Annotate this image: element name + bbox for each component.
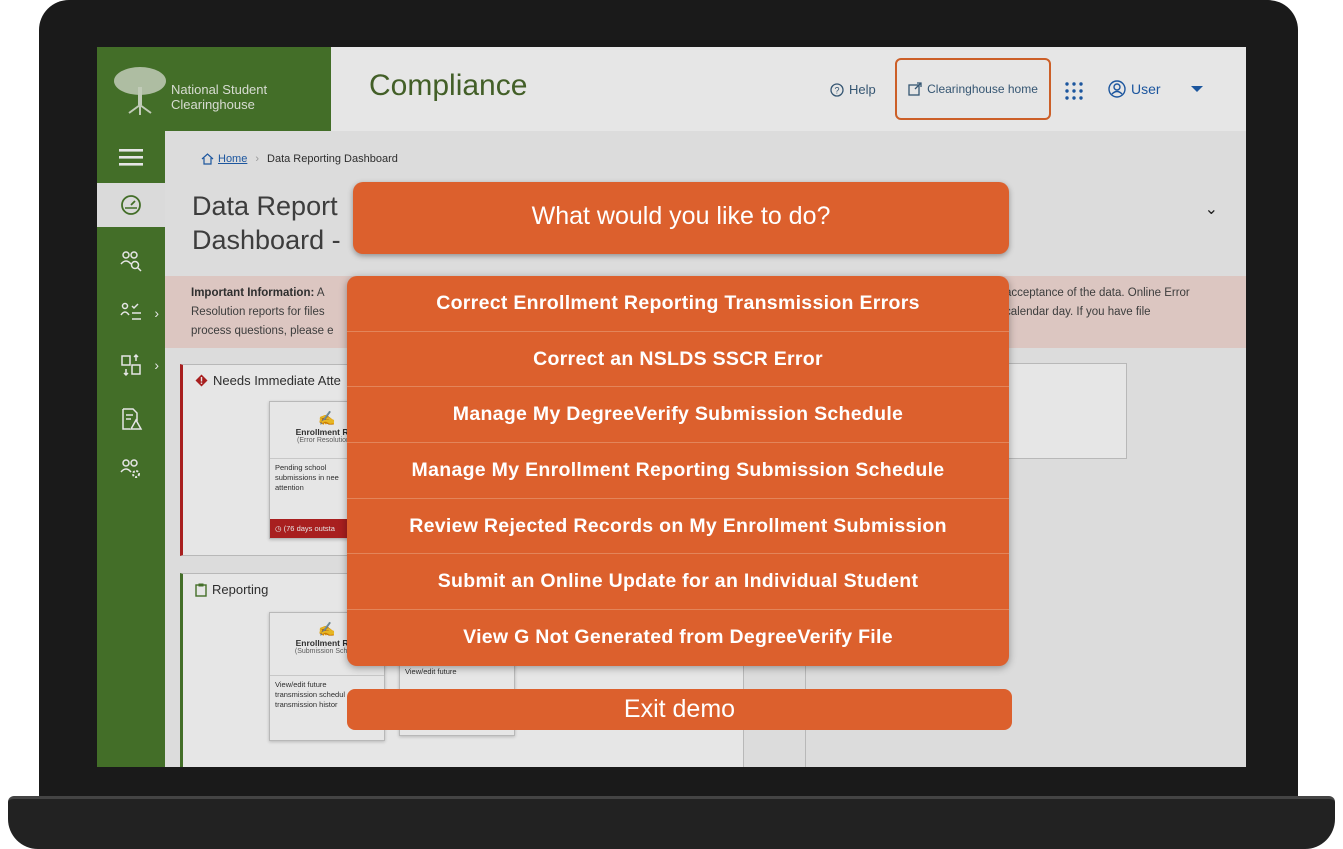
external-link-icon — [908, 82, 922, 96]
breadcrumb-current: Data Reporting Dashboard — [267, 153, 398, 165]
breadcrumb: Home › Data Reporting Dashboard — [201, 153, 398, 165]
apps-grid-icon[interactable] — [1064, 81, 1084, 101]
transfer-files-icon[interactable]: › — [97, 343, 165, 387]
option-view-g-not-generated[interactable]: View G Not Generated from DegreeVerify F… — [347, 610, 1009, 666]
needs-attention-title: Needs Immediate Atte — [195, 373, 341, 388]
dashboard-icon[interactable] — [97, 183, 165, 227]
people-search-icon[interactable] — [97, 239, 165, 283]
user-menu[interactable]: User — [1108, 80, 1161, 98]
help-link[interactable]: ? Help — [830, 82, 876, 97]
option-correct-nslds-sscr-error[interactable]: Correct an NSLDS SSCR Error — [347, 332, 1009, 388]
breadcrumb-home-link[interactable]: Home — [201, 153, 247, 165]
error-report-icon[interactable] — [97, 397, 165, 441]
chevron-down-icon[interactable]: ⌄ — [1205, 199, 1218, 219]
enrollment-reporting-icon[interactable]: › — [97, 291, 165, 335]
sidebar: › › — [97, 131, 165, 767]
reporting-label: Reporting — [212, 582, 269, 597]
clearinghouse-home-link[interactable]: Clearinghouse home — [895, 58, 1051, 120]
info-text-left: A — [316, 287, 325, 299]
chevron-right-icon: › — [154, 305, 159, 321]
user-label: User — [1131, 81, 1161, 97]
org-name-line1: National Student — [171, 82, 268, 97]
help-icon: ? — [830, 82, 844, 97]
needs-attention-label: Needs Immediate Atte — [213, 373, 341, 388]
user-dropdown-caret-icon[interactable] — [1191, 86, 1203, 92]
reporting-title: Reporting — [195, 582, 268, 597]
svg-text:?: ? — [834, 85, 839, 95]
user-avatar-icon — [1108, 80, 1126, 98]
option-manage-enrollment-schedule[interactable]: Manage My Enrollment Reporting Submissio… — [347, 443, 1009, 499]
exit-demo-button[interactable]: Exit demo — [347, 689, 1012, 730]
overlay-prompt: What would you like to do? — [353, 182, 1009, 254]
info-right-text: acceptance of the data. Online Error cal… — [1005, 284, 1245, 322]
laptop-base — [8, 796, 1335, 849]
info-label: Important Information: — [191, 287, 315, 299]
org-name: National Student Clearinghouse — [171, 82, 267, 112]
demo-options-menu: Correct Enrollment Reporting Transmissio… — [347, 276, 1009, 666]
clipboard-icon — [195, 583, 207, 597]
info-line2-right: calendar day. If you have file — [1005, 306, 1151, 318]
help-label: Help — [849, 82, 876, 97]
chevron-right-icon: › — [154, 357, 159, 373]
breadcrumb-separator-icon: › — [255, 153, 260, 165]
info-line1-right: acceptance of the data. Online Error — [1005, 287, 1190, 299]
option-correct-enrollment-errors[interactable]: Correct Enrollment Reporting Transmissio… — [347, 276, 1009, 332]
org-name-line2: Clearinghouse — [171, 97, 255, 112]
home-icon — [201, 153, 214, 165]
option-submit-online-update[interactable]: Submit an Online Update for an Individua… — [347, 554, 1009, 611]
option-review-rejected-records[interactable]: Review Rejected Records on My Enrollment… — [347, 499, 1009, 555]
breadcrumb-home-label: Home — [218, 153, 248, 165]
top-bar: National Student Clearinghouse Complianc… — [97, 47, 1246, 132]
tree-logo-icon — [114, 67, 166, 115]
option-manage-degreeverify-schedule[interactable]: Manage My DegreeVerify Submission Schedu… — [347, 387, 1009, 444]
card-body-line: View/edit future — [405, 667, 457, 676]
clearinghouse-home-label: Clearinghouse home — [927, 82, 1038, 96]
app-title: Compliance — [369, 69, 528, 102]
org-logo[interactable]: National Student Clearinghouse — [97, 47, 331, 131]
card-footer-text: (76 days outsta — [283, 524, 335, 533]
user-settings-icon[interactable] — [97, 447, 165, 491]
alert-diamond-icon — [195, 374, 208, 387]
hamburger-menu-icon[interactable] — [97, 135, 165, 179]
